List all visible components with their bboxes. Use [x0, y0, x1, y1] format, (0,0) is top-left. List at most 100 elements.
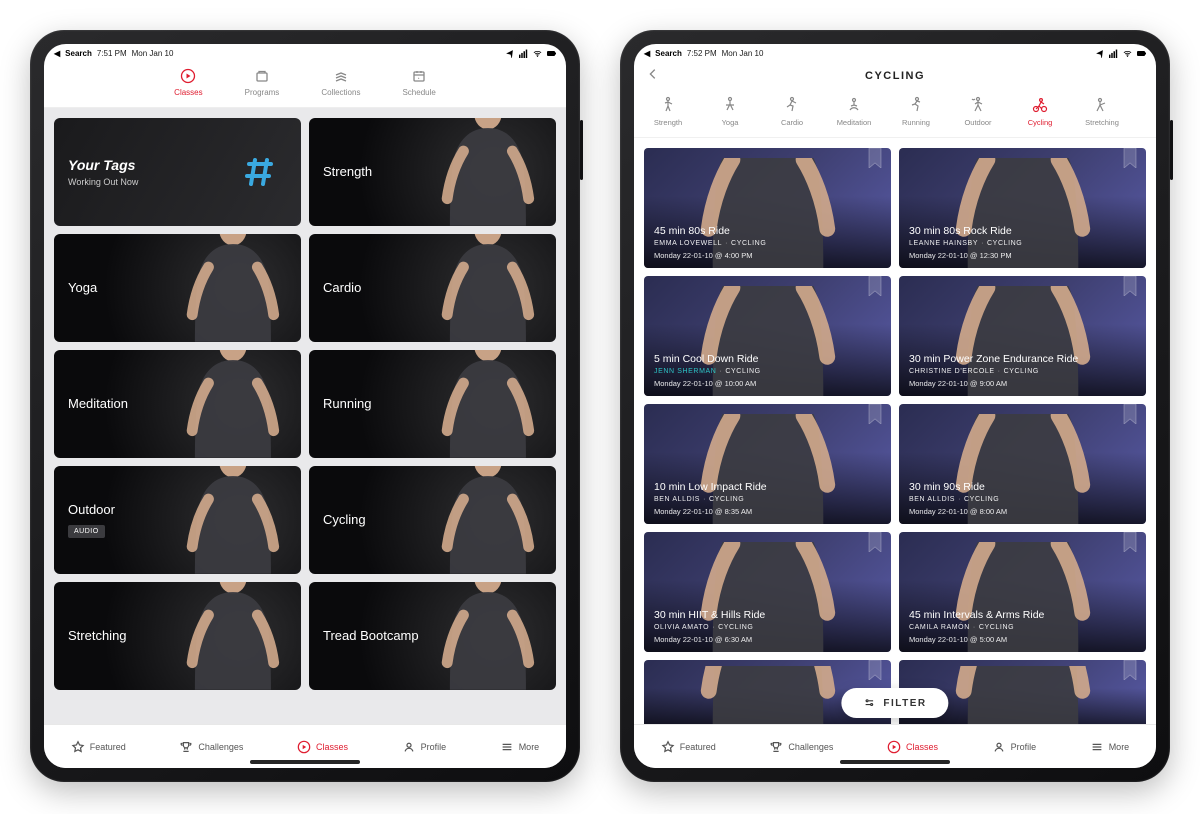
category-label: Running [323, 396, 371, 413]
back-chevron-icon[interactable]: ◀ [644, 49, 650, 58]
bookmark-icon[interactable] [867, 148, 883, 168]
class-card[interactable]: 30 min HIIT & Hills RideOLIVIA AMATO·CYC… [644, 532, 891, 652]
class-card[interactable]: 30 min 90s RideBEN ALLDIS·CYCLINGMonday … [899, 404, 1146, 524]
tab-challenges[interactable]: Challenges [769, 740, 833, 754]
category-cardio[interactable]: Cardio [309, 234, 556, 342]
chip-cycling[interactable]: Cycling [1018, 96, 1062, 127]
tab-profile[interactable]: Profile [402, 740, 447, 754]
person-icon [420, 350, 556, 458]
tab-classes[interactable]: Classes [297, 740, 348, 754]
topnav-classes[interactable]: Classes [174, 68, 202, 97]
bookmark-icon[interactable] [1122, 404, 1138, 424]
chip-label: Meditation [837, 118, 872, 127]
topnav-collections[interactable]: Collections [321, 68, 360, 97]
topnav-programs[interactable]: Programs [245, 68, 280, 97]
bookmark-icon[interactable] [1122, 276, 1138, 296]
chip-meditation[interactable]: Meditation [832, 96, 876, 127]
bookmark-icon[interactable] [867, 660, 883, 680]
chip-bootcamp-partial[interactable]: Bo [1142, 96, 1156, 127]
tab-featured[interactable]: Featured [71, 740, 126, 754]
star-icon [71, 740, 85, 754]
class-card[interactable]: 30 min Power Zone Endurance RideCHRISTIN… [899, 276, 1146, 396]
chip-running[interactable]: Running [894, 96, 938, 127]
location-icon [505, 49, 514, 58]
ipad-frame-left: ◀ Search 7:51 PM Mon Jan 10 Classes Prog… [30, 30, 580, 782]
class-time: Monday 22-01-10 @ 6:30 AM [654, 635, 881, 644]
chevron-left-icon [646, 67, 660, 81]
battery-icon [1137, 49, 1146, 58]
bookmark-icon[interactable] [867, 532, 883, 552]
filter-button[interactable]: FILTER [841, 688, 948, 718]
categories-body: Your Tags Working Out Now Strength Yoga … [44, 108, 566, 724]
tab-more[interactable]: More [1090, 740, 1130, 754]
chip-cardio[interactable]: Cardio [770, 96, 814, 127]
bookmark-icon[interactable] [867, 276, 883, 296]
chip-label: Running [902, 118, 930, 127]
class-card[interactable]: 45 min Intervals & Arms RideCAMILA RAMÓN… [899, 532, 1146, 652]
class-instructor: CHRISTINE D'ERCOLE·CYCLING [909, 368, 1136, 375]
class-card[interactable]: 30 min 80s Rock RideLEANNE HAINSBY·CYCLI… [899, 148, 1146, 268]
tab-classes[interactable]: Classes [887, 740, 938, 754]
filter-icon [863, 697, 875, 709]
tab-label: More [1109, 742, 1130, 752]
category-stretching[interactable]: Stretching [54, 582, 301, 690]
back-button[interactable] [646, 67, 660, 85]
class-time: Monday 22-01-10 @ 8:00 AM [909, 507, 1136, 516]
class-instructor: OLIVIA AMATO·CYCLING [654, 624, 881, 631]
bookmark-icon[interactable] [867, 404, 883, 424]
location-icon [1095, 49, 1104, 58]
category-label: Strength [323, 164, 372, 181]
class-title: 45 min Intervals & Arms Ride [909, 609, 1136, 621]
chip-stretching[interactable]: Stretching [1080, 96, 1124, 127]
category-running[interactable]: Running [309, 350, 556, 458]
tags-title: Your Tags [68, 156, 138, 174]
bookmark-icon[interactable] [1122, 148, 1138, 168]
class-time: Monday 22-01-10 @ 12:30 PM [909, 251, 1136, 260]
home-indicator[interactable] [250, 760, 360, 764]
tab-featured[interactable]: Featured [661, 740, 716, 754]
category-tread-bootcamp[interactable]: Tread Bootcamp [309, 582, 556, 690]
trophy-icon [769, 740, 783, 754]
category-strength[interactable]: Strength [309, 118, 556, 226]
chip-label: Cycling [1028, 118, 1053, 127]
person-icon [165, 582, 301, 690]
strength-icon [659, 96, 677, 114]
your-tags-card[interactable]: Your Tags Working Out Now [54, 118, 301, 226]
play-circle-icon [887, 740, 901, 754]
home-indicator[interactable] [840, 760, 950, 764]
topnav-label: Classes [174, 88, 202, 97]
bookmark-icon[interactable] [1122, 532, 1138, 552]
chip-strength[interactable]: Strength [646, 96, 690, 127]
class-time: Monday 22-01-10 @ 8:35 AM [654, 507, 881, 516]
class-time: Monday 22-01-10 @ 5:00 AM [909, 635, 1136, 644]
running-icon [907, 96, 925, 114]
class-card[interactable]: 45 min 80s RideEMMA LOVEWELL·CYCLINGMond… [644, 148, 891, 268]
category-yoga[interactable]: Yoga [54, 234, 301, 342]
statusbar-time: 7:51 PM [97, 49, 127, 58]
back-chevron-icon[interactable]: ◀ [54, 49, 60, 58]
tab-label: Featured [90, 742, 126, 752]
screen-cycling: ◀ Search 7:52 PM Mon Jan 10 CYCLING Stre… [634, 44, 1156, 768]
topnav-schedule[interactable]: Schedule [402, 68, 435, 97]
statusbar-back-label[interactable]: Search [65, 49, 92, 58]
category-meditation[interactable]: Meditation [54, 350, 301, 458]
category-label: Stretching [68, 628, 127, 645]
chip-yoga[interactable]: Yoga [708, 96, 752, 127]
statusbar-back-label[interactable]: Search [655, 49, 682, 58]
topnav-label: Collections [321, 88, 360, 97]
category-cycling[interactable]: Cycling [309, 466, 556, 574]
yoga-icon [721, 96, 739, 114]
statusbar-date: Mon Jan 10 [722, 49, 764, 58]
bookmark-icon[interactable] [1122, 660, 1138, 680]
class-instructor: LEANNE HAINSBY·CYCLING [909, 240, 1136, 247]
play-circle-icon [180, 68, 196, 84]
class-card[interactable]: 5 min Cool Down RideJENN SHERMAN·CYCLING… [644, 276, 891, 396]
tab-label: Classes [316, 742, 348, 752]
discipline-chips[interactable]: Strength Yoga Cardio Meditation Running … [634, 92, 1156, 138]
tab-challenges[interactable]: Challenges [179, 740, 243, 754]
tab-more[interactable]: More [500, 740, 540, 754]
chip-outdoor[interactable]: Outdoor [956, 96, 1000, 127]
class-card[interactable]: 10 min Low Impact RideBEN ALLDIS·CYCLING… [644, 404, 891, 524]
tab-profile[interactable]: Profile [992, 740, 1037, 754]
category-outdoor[interactable]: Outdoor AUDIO [54, 466, 301, 574]
